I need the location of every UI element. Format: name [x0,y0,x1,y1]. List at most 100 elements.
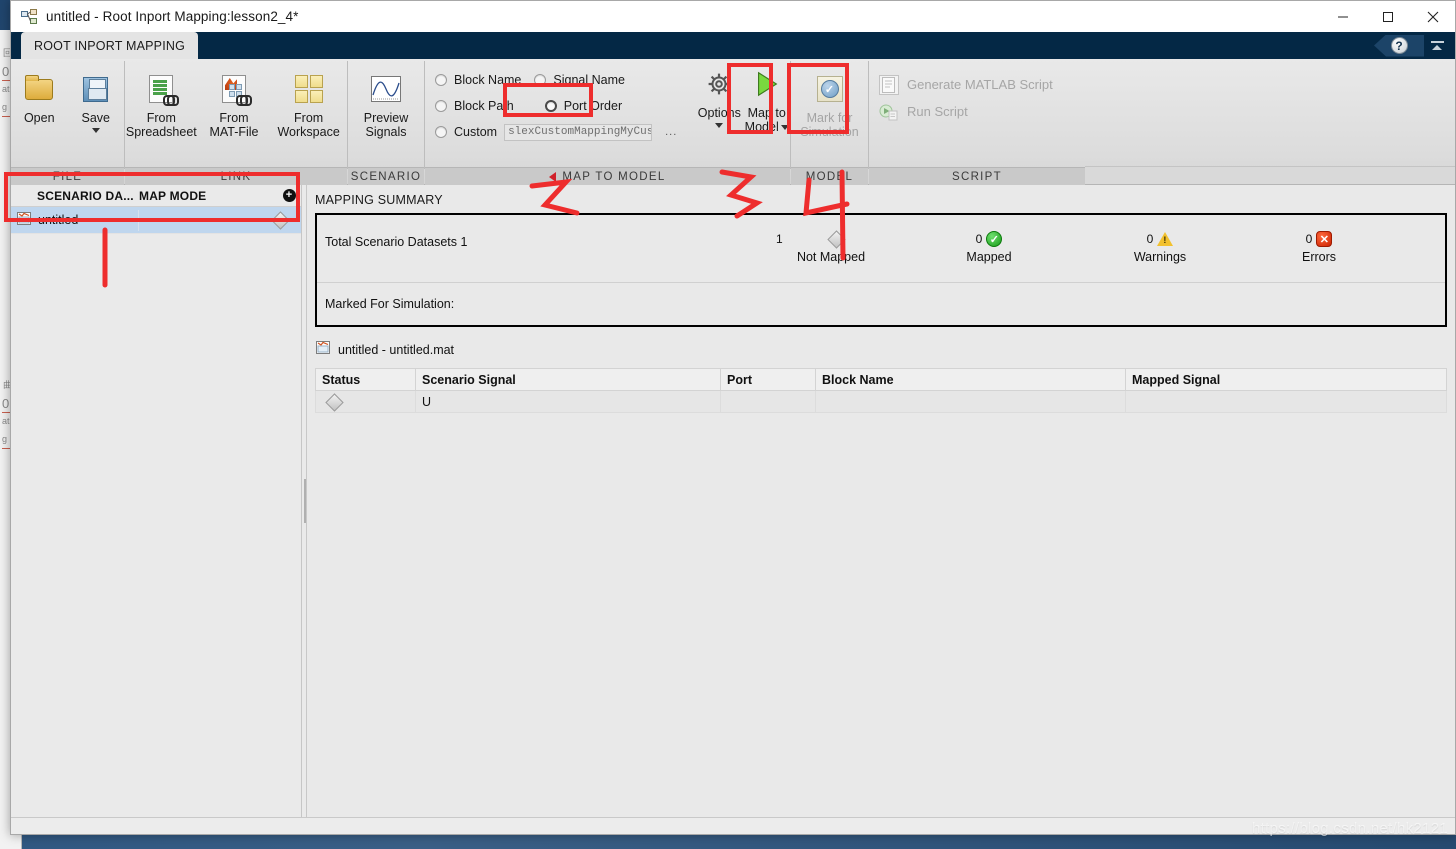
generate-matlab-script-label: Generate MATLAB Script [907,77,1053,92]
from-mat-file-button[interactable]: From MAT-File [198,66,270,139]
help-button[interactable]: ? [1374,34,1424,57]
scenario-row-name: untitled [38,213,79,227]
radio-row-3: Custom slexCustomMappingMyCusto ... [435,122,677,142]
scenario-sidebar: SCENARIO DA... MAP MODE + untitled [11,185,302,817]
from-workspace-button[interactable]: From Workspace [271,66,347,139]
ribbon-group-file: Open Save FILE [11,59,124,185]
options-label: Options [697,106,741,120]
ribbon-group-map-to-model-label: MAP TO MODEL [425,167,790,185]
title-bar[interactable]: untitled - Root Inport Mapping:lesson2_4… [11,1,1455,32]
error-stop-icon: ✕ [1316,231,1333,247]
collapse-ribbon-icon [1430,40,1444,43]
column-map-mode[interactable]: MAP MODE [139,189,277,203]
stat-warnings-value: 0 [1146,232,1154,246]
ribbon-group-link: From Spreadsheet From MAT-File From Work… [125,59,347,185]
from-spreadsheet-button[interactable]: From Spreadsheet [125,66,197,139]
column-scenario-data[interactable]: SCENARIO DA... [11,189,139,203]
not-mapped-diamond-icon [270,210,290,230]
custom-mapping-input[interactable]: slexCustomMappingMyCusto [504,123,653,141]
radio-custom[interactable] [435,126,447,138]
not-mapped-diamond-icon [325,392,344,412]
from-spreadsheet-label-l2: Spreadsheet [125,125,197,139]
minimize-button[interactable] [1320,1,1365,32]
mark-for-simulation-button[interactable]: ✓ Mark for Simulation [792,66,868,139]
from-spreadsheet-label-l1: From [146,111,176,125]
scenario-file-title: untitled - untitled.mat [338,342,455,357]
simulink-inport-mapping-icon [21,8,37,25]
radio-signal-name[interactable] [534,74,547,86]
run-script-icon [879,102,899,122]
open-button[interactable]: Open [11,66,68,125]
save-dropdown-caret-icon[interactable] [91,128,100,133]
group-expand-arrow-icon[interactable] [549,171,557,182]
ribbon-group-map-to-model-label-text: MAP TO MODEL [562,170,666,183]
preview-signals-button[interactable]: Preview Signals [349,66,423,139]
cell-mapped-signal [1125,390,1447,413]
map-to-model-dropdown-caret-icon[interactable] [780,124,789,130]
stat-mapped-label: Mapped [966,250,1012,264]
radio-port-order[interactable] [544,100,557,112]
window-controls [1320,1,1455,32]
save-button[interactable]: Save [68,66,125,133]
map-to-model-play-icon [752,69,782,99]
radio-row-2: Block Path Port Order [435,96,677,116]
ribbon-group-model-label: MODEL [791,167,868,185]
stat-errors: 0 ✕ Errors [1264,229,1374,264]
spreadsheet-link-icon [149,75,180,106]
preview-signals-label-l1: Preview [363,111,409,125]
ribbon-group-script-label: SCRIPT [869,167,1085,185]
collapse-ribbon-button[interactable] [1424,32,1450,59]
mark-for-simulation-label-l1: Mark for [806,111,853,125]
tab-root-inport-mapping[interactable]: ROOT INPORT MAPPING [21,32,199,59]
add-scenario-button[interactable]: + [277,189,301,202]
mapping-mode-radio-group: Block Name Signal Name Block Path Port O… [425,61,677,142]
mapping-panel: MAPPING SUMMARY Total Scenario Datasets … [307,185,1455,817]
close-button[interactable] [1410,1,1455,32]
column-port[interactable]: Port [720,368,816,391]
scenario-row[interactable]: untitled [11,207,301,234]
radio-block-name[interactable] [435,74,447,86]
column-block-name[interactable]: Block Name [815,368,1126,391]
scenario-file-header: untitled - untitled.mat [307,327,1455,368]
preview-signals-label-l2: Signals [365,125,407,139]
ribbon: Open Save FILE From Spreadsheet From MAT… [11,59,1455,185]
run-script-label: Run Script [907,104,968,119]
workspace: SCENARIO DA... MAP MODE + untitled MAPPI… [11,185,1455,817]
radio-port-order-label: Port Order [563,99,623,113]
run-script-button[interactable]: Run Script [869,98,968,125]
screen: 回 0 at g 曲 0 at g untitled - Root Inport… [0,0,1456,849]
ribbon-group-scenario-label: SCENARIO [348,167,424,185]
total-scenario-datasets-label: Total Scenario Datasets 1 [325,235,468,249]
stat-not-mapped-label: Not Mapped [796,250,866,264]
column-status[interactable]: Status [315,368,416,391]
maximize-button[interactable] [1365,1,1410,32]
gear-options-icon [707,72,731,96]
radio-block-path[interactable] [435,100,447,112]
scenario-dataset-icon [315,339,331,360]
options-dropdown-caret-icon[interactable] [715,123,724,128]
table-row[interactable]: U [315,390,1447,413]
stat-warnings: 0 Warnings [1105,229,1215,264]
mapping-summary-stats: Total Scenario Datasets 1 1 Not Mapped 0 [317,215,1445,283]
ribbon-group-model: ✓ Mark for Simulation MODEL [791,59,868,185]
main-window: untitled - Root Inport Mapping:lesson2_4… [10,0,1456,835]
open-label: Open [23,111,55,125]
scenario-row-name-cell: untitled [11,209,139,231]
stat-mapped-value: 0 [975,232,983,246]
map-to-model-button[interactable]: Map to Model [743,61,790,134]
options-button[interactable]: Options [695,61,743,128]
column-scenario-signal[interactable]: Scenario Signal [415,368,721,391]
mapped-check-icon: ✓ [986,231,1003,247]
generate-matlab-script-button[interactable]: Generate MATLAB Script [869,71,1053,98]
ribbon-group-link-label: LINK [125,167,347,185]
custom-browse-button[interactable]: ... [665,126,677,138]
radio-block-path-label: Block Path [454,99,514,113]
stat-errors-label: Errors [1301,250,1337,264]
mark-for-simulation-label-l2: Simulation [800,125,859,139]
from-mat-file-label-l2: MAT-File [209,125,259,139]
column-mapped-signal[interactable]: Mapped Signal [1125,368,1447,391]
stat-errors-value: 0 [1305,232,1313,246]
radio-row-1: Block Name Signal Name [435,70,677,90]
scenario-row-container: untitled [11,207,301,234]
mark-for-simulation-check-icon: ✓ [816,76,843,102]
